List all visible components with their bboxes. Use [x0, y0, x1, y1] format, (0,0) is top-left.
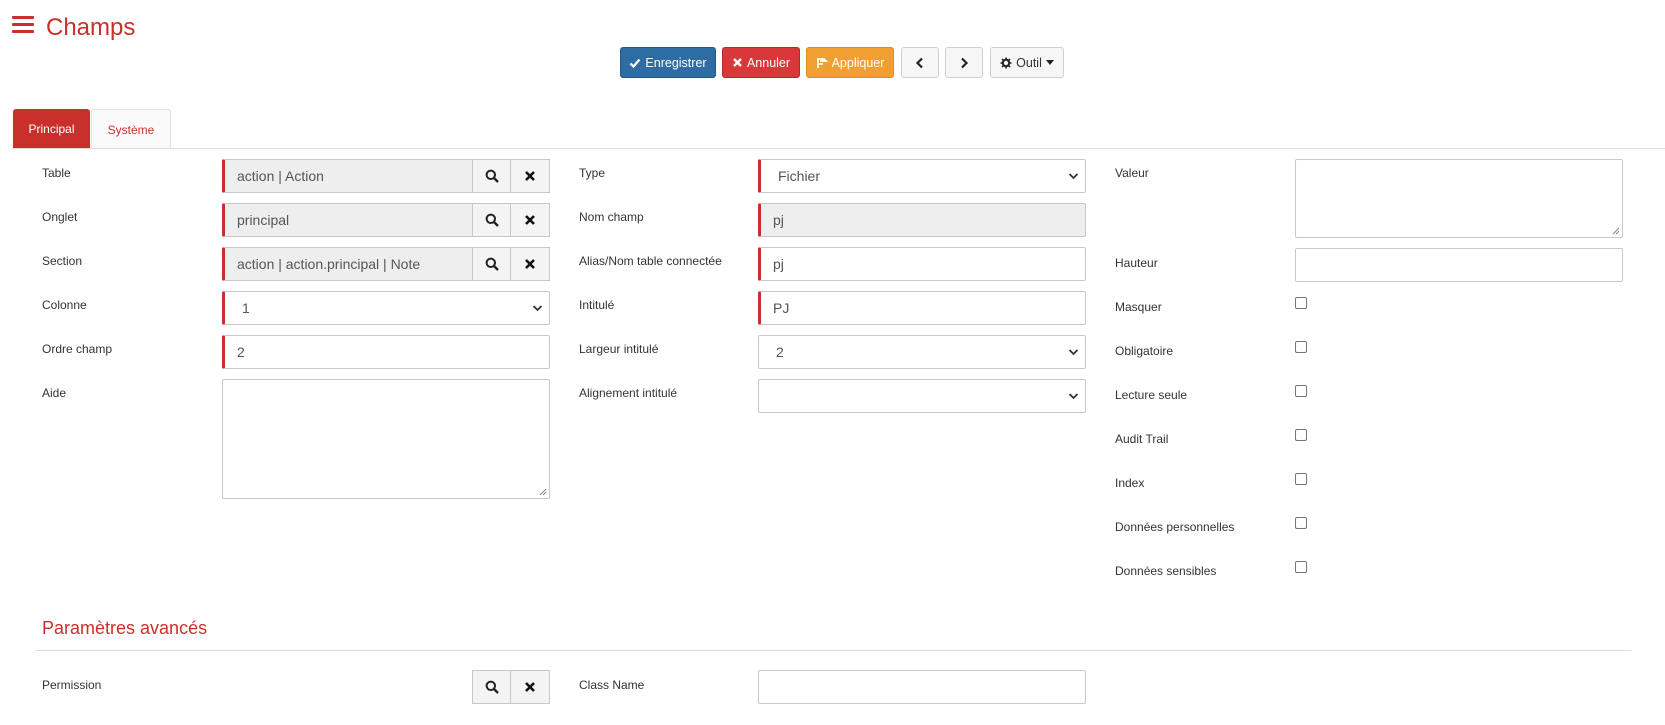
- cancel-label: Annuler: [746, 55, 791, 70]
- valeur-label: Valeur: [1115, 166, 1149, 180]
- previous-button[interactable]: [901, 47, 939, 78]
- apply-icon: [816, 57, 828, 68]
- permission-search-button[interactable]: [472, 670, 511, 704]
- audit-trail-label: Audit Trail: [1115, 432, 1169, 446]
- audit-trail-checkbox[interactable]: [1295, 429, 1307, 441]
- intitule-field[interactable]: PJ: [758, 291, 1086, 325]
- nom-champ-field[interactable]: pj: [758, 203, 1086, 237]
- tabs-divider: [12, 148, 1665, 149]
- tools-label: Outil: [1016, 55, 1042, 70]
- donnees-personnelles-label: Données personnelles: [1115, 520, 1235, 534]
- table-label: Table: [42, 166, 71, 180]
- advanced-section-title: Paramètres avancés: [42, 618, 208, 638]
- chevron-down-icon: [1068, 393, 1079, 400]
- alias-field[interactable]: pj: [758, 247, 1086, 281]
- gear-icon: [1000, 57, 1012, 68]
- index-label: Index: [1115, 476, 1145, 490]
- search-icon: [485, 680, 499, 694]
- search-icon: [485, 257, 499, 271]
- check-icon: [630, 58, 641, 68]
- aide-textarea[interactable]: [222, 379, 550, 499]
- alignement-intitule-label: Alignement intitulé: [579, 386, 678, 400]
- section-field[interactable]: action | action.principal | Note: [222, 247, 473, 281]
- save-button[interactable]: Enregistrer: [620, 47, 716, 78]
- chevron-down-icon: [1068, 173, 1079, 180]
- index-checkbox[interactable]: [1295, 473, 1307, 485]
- colonne-select[interactable]: 1: [222, 291, 550, 325]
- class-name-label: Class Name: [579, 678, 645, 692]
- advanced-section-divider: [36, 650, 1631, 651]
- aide-label: Aide: [42, 386, 67, 400]
- obligatoire-checkbox[interactable]: [1295, 341, 1307, 353]
- onglet-search-button[interactable]: [472, 203, 511, 237]
- class-name-field[interactable]: [758, 670, 1086, 704]
- ordre-champ-field[interactable]: 2: [222, 335, 550, 369]
- type-label: Type: [579, 166, 606, 180]
- ordre-champ-label: Ordre champ: [42, 342, 113, 356]
- onglet-clear-button[interactable]: [510, 203, 550, 237]
- save-label: Enregistrer: [645, 55, 707, 70]
- tab-principal[interactable]: Principal: [13, 109, 90, 149]
- intitule-label: Intitulé: [579, 298, 615, 312]
- close-icon: [525, 215, 535, 225]
- search-icon: [485, 169, 499, 183]
- obligatoire-label: Obligatoire: [1115, 344, 1174, 358]
- close-icon: [525, 682, 535, 692]
- tools-dropdown-button[interactable]: Outil: [990, 47, 1064, 78]
- alias-label: Alias/Nom table connectée: [579, 254, 722, 268]
- chevron-down-icon: [532, 305, 543, 312]
- onglet-field[interactable]: principal: [222, 203, 473, 237]
- apply-button[interactable]: Appliquer: [806, 47, 894, 78]
- hauteur-field[interactable]: [1295, 248, 1623, 282]
- type-value: Fichier: [778, 168, 821, 184]
- table-field[interactable]: action | Action: [222, 159, 473, 193]
- onglet-label: Onglet: [42, 210, 78, 224]
- chevron-down-icon: [1068, 349, 1079, 356]
- valeur-textarea[interactable]: [1295, 159, 1623, 238]
- largeur-intitule-select[interactable]: 2: [758, 335, 1086, 369]
- next-button[interactable]: [945, 47, 983, 78]
- type-select[interactable]: Fichier: [758, 159, 1086, 193]
- masquer-checkbox[interactable]: [1295, 297, 1307, 309]
- chevron-left-icon: [915, 57, 923, 68]
- cancel-button[interactable]: Annuler: [722, 47, 800, 78]
- donnees-personnelles-checkbox[interactable]: [1295, 517, 1307, 529]
- section-search-button[interactable]: [472, 247, 511, 281]
- close-icon: [525, 171, 535, 181]
- alignement-intitule-select[interactable]: [758, 379, 1086, 413]
- nom-champ-label: Nom champ: [579, 210, 644, 224]
- resize-grip-icon[interactable]: [539, 488, 547, 496]
- lecture-seule-label: Lecture seule: [1115, 388, 1188, 402]
- largeur-intitule-value: 2: [776, 344, 784, 360]
- close-icon: [733, 58, 742, 67]
- table-search-button[interactable]: [472, 159, 511, 193]
- section-label: Section: [42, 254, 83, 268]
- apply-label: Appliquer: [831, 55, 885, 70]
- section-clear-button[interactable]: [510, 247, 550, 281]
- caret-down-icon: [1045, 60, 1054, 65]
- search-icon: [485, 213, 499, 227]
- donnees-sensibles-checkbox[interactable]: [1295, 561, 1307, 573]
- colonne-value: 1: [242, 300, 250, 316]
- donnees-sensibles-label: Données sensibles: [1115, 564, 1217, 578]
- resize-grip-icon[interactable]: [1612, 227, 1620, 235]
- colonne-label: Colonne: [42, 298, 87, 312]
- close-icon: [525, 259, 535, 269]
- masquer-label: Masquer: [1115, 300, 1162, 314]
- hauteur-label: Hauteur: [1115, 256, 1158, 270]
- page-title: Champs: [46, 14, 136, 41]
- permission-label: Permission: [42, 678, 102, 692]
- table-clear-button[interactable]: [510, 159, 550, 193]
- hamburger-menu-icon[interactable]: [12, 16, 34, 34]
- largeur-intitule-label: Largeur intitulé: [579, 342, 659, 356]
- chevron-right-icon: [961, 57, 969, 68]
- lecture-seule-checkbox[interactable]: [1295, 385, 1307, 397]
- tab-systeme[interactable]: Système: [91, 109, 171, 149]
- permission-clear-button[interactable]: [510, 670, 550, 704]
